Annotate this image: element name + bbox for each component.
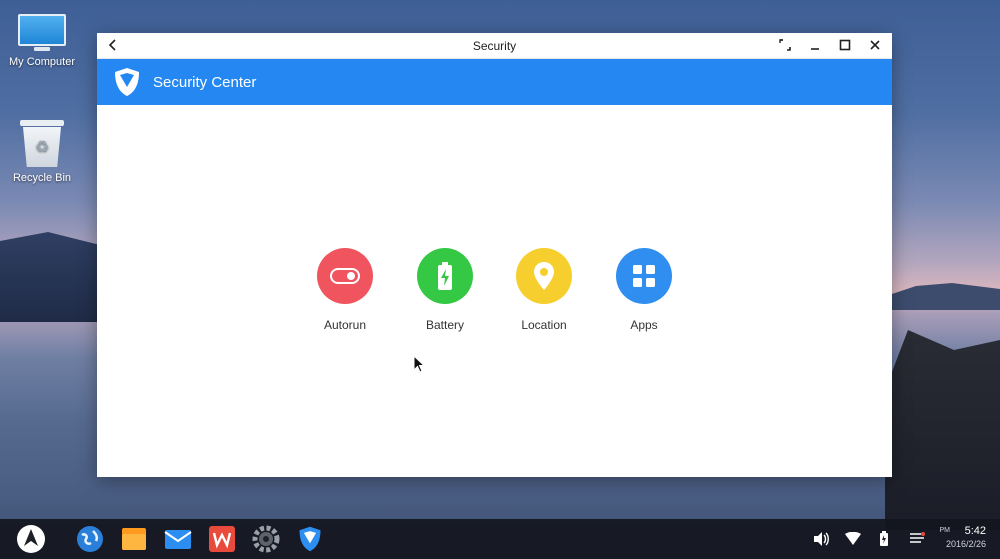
desktop-icon-label: My Computer — [8, 56, 76, 68]
computer-icon — [18, 14, 66, 52]
feature-label: Battery — [425, 318, 464, 332]
battery-charging-icon — [880, 531, 888, 546]
maximize-button[interactable] — [837, 37, 853, 53]
volume-icon — [814, 532, 829, 546]
feature-apps[interactable]: Apps — [594, 248, 694, 332]
feature-autorun[interactable]: Autorun — [295, 248, 395, 332]
feature-label: Apps — [630, 318, 658, 332]
settings-icon — [252, 525, 280, 553]
app-title: Security Center — [153, 74, 257, 91]
notifications-icon — [910, 532, 925, 543]
grid-apps-icon — [616, 248, 672, 304]
feature-panel: Autorun Battery Location Apps — [97, 105, 892, 477]
taskbar-settings[interactable] — [251, 524, 281, 554]
taskbar: PM 5:42 2016/2/26 — [0, 519, 1000, 559]
wallpaper-rocks — [885, 330, 1000, 530]
desktop-icon-label: Recycle Bin — [12, 172, 72, 184]
wifi-button[interactable] — [843, 529, 863, 549]
clock-ampm: PM — [939, 527, 951, 534]
mail-icon — [164, 530, 192, 549]
window-title: Security — [472, 39, 517, 53]
window-titlebar[interactable]: Security — [97, 33, 892, 59]
minimize-icon — [811, 48, 819, 50]
battery-icon — [417, 248, 473, 304]
clock-date: 2016/2/26 — [945, 539, 986, 549]
taskbar-file-manager[interactable] — [119, 524, 149, 554]
battery-status[interactable] — [874, 529, 894, 549]
feature-label: Autorun — [323, 318, 367, 332]
close-button[interactable] — [867, 37, 883, 53]
fullscreen-icon — [779, 39, 791, 51]
start-button[interactable] — [16, 524, 46, 554]
file-manager-icon — [122, 528, 146, 550]
browser-globe-icon — [77, 526, 103, 552]
clock-time: 5:42 — [964, 525, 986, 537]
security-center-icon — [299, 526, 321, 552]
recycle-bin-icon: ♻ — [20, 120, 64, 168]
notifications-button[interactable] — [907, 529, 927, 549]
security-window: Security Security Center Autorun Battery… — [97, 33, 892, 477]
feature-label: Location — [521, 318, 567, 332]
location-pin-icon — [516, 248, 572, 304]
maximize-icon — [839, 39, 851, 51]
desktop-icon-recycle-bin[interactable]: ♻ Recycle Bin — [0, 120, 84, 184]
close-icon — [870, 40, 880, 50]
mouse-cursor-icon — [413, 354, 426, 378]
shield-logo-icon — [111, 66, 143, 103]
wallpaper-island — [880, 283, 1000, 310]
taskbar-security-center[interactable] — [295, 524, 325, 554]
taskbar-mail[interactable] — [163, 524, 193, 554]
toggle-icon — [317, 248, 373, 304]
feature-location[interactable]: Location — [494, 248, 594, 332]
taskbar-office[interactable] — [207, 524, 237, 554]
taskbar-browser[interactable] — [75, 524, 105, 554]
start-icon — [17, 525, 45, 553]
minimize-button[interactable] — [807, 37, 823, 53]
volume-button[interactable] — [811, 529, 831, 549]
desktop-icon-my-computer[interactable]: My Computer — [0, 14, 84, 68]
app-header: Security Center — [97, 59, 892, 105]
office-icon — [209, 526, 235, 552]
restore-button[interactable] — [777, 37, 793, 53]
feature-battery[interactable]: Battery — [395, 248, 495, 332]
wifi-icon — [845, 532, 861, 545]
system-clock[interactable]: PM 5:42 2016/2/26 — [940, 525, 987, 549]
